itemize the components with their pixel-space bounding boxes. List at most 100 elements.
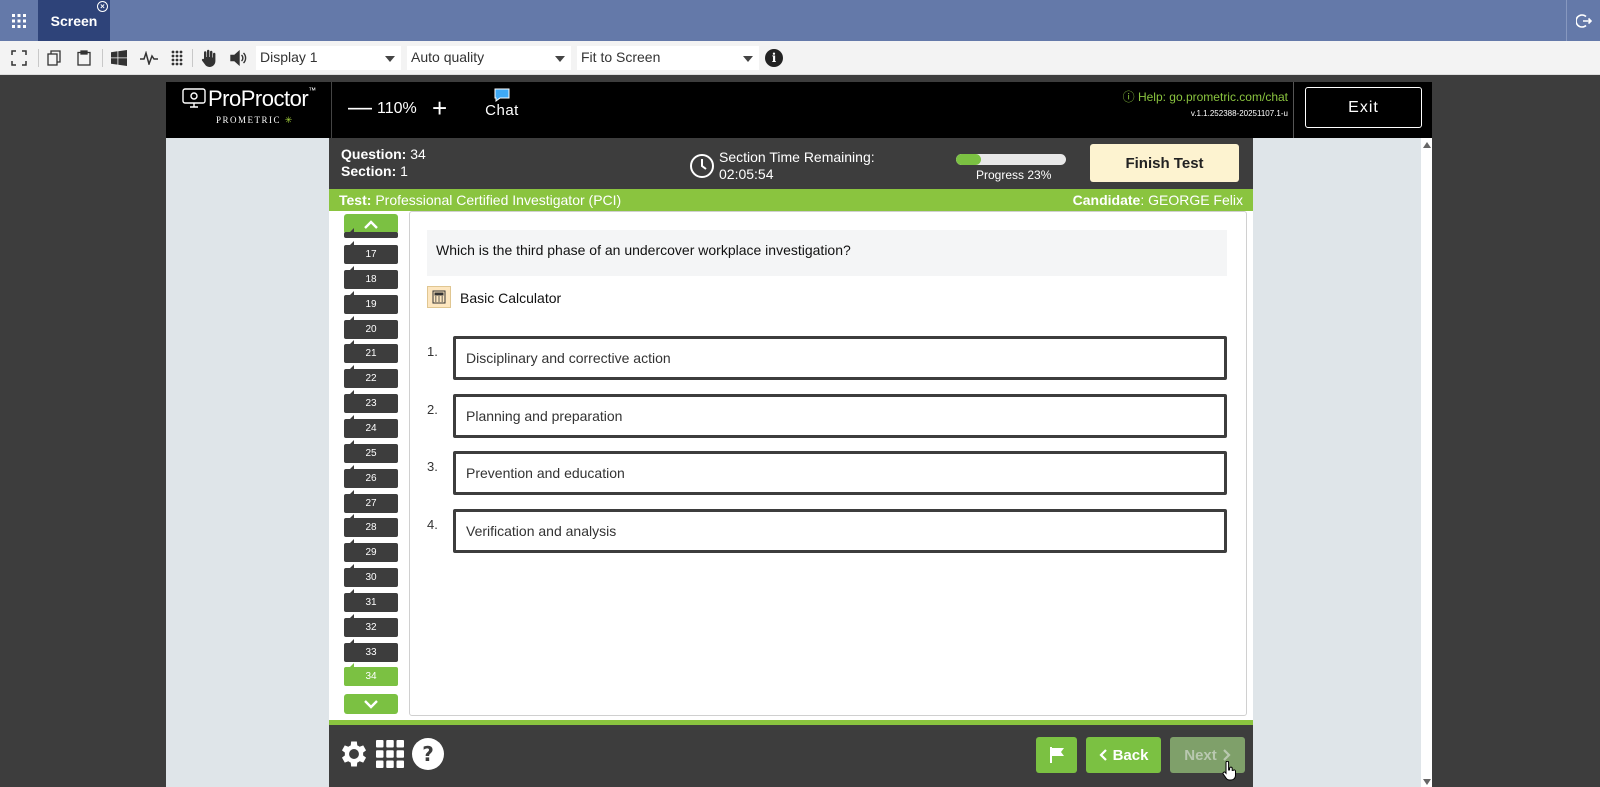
session-top-bar: Screen × — [0, 0, 1600, 41]
apps-grid-icon[interactable] — [0, 0, 38, 41]
tab-screen[interactable]: Screen × — [38, 0, 110, 41]
help-question-icon[interactable]: ? — [411, 737, 445, 771]
answer-option[interactable]: 2. Planning and preparation — [427, 393, 1227, 438]
question-tab[interactable]: 22 — [344, 365, 398, 389]
exit-button[interactable]: Exit — [1305, 87, 1422, 128]
back-button[interactable]: Back — [1086, 737, 1161, 773]
help-circle-icon: ⓘ — [1122, 90, 1135, 104]
question-tab[interactable]: 28 — [344, 514, 398, 538]
flag-button[interactable] — [1036, 737, 1077, 773]
chat-button[interactable]: Chat — [480, 88, 524, 132]
question-tab[interactable]: 27 — [344, 489, 398, 513]
scroll-down-arrow-icon[interactable] — [1423, 779, 1431, 785]
question-tab[interactable]: 18 — [344, 265, 398, 289]
question-tab[interactable]: 29 — [344, 539, 398, 563]
navigator-grid-icon[interactable] — [375, 737, 405, 771]
volume-icon[interactable] — [229, 48, 249, 68]
clipboard-icon[interactable] — [74, 48, 94, 68]
spark-icon: ✳ — [284, 115, 294, 125]
calculator-label[interactable]: Basic Calculator — [460, 290, 561, 306]
progress-label: Progress 23% — [976, 168, 1052, 182]
calculator-icon[interactable] — [427, 286, 451, 308]
nav-scroll-down-button[interactable] — [344, 694, 398, 714]
answer-option-text[interactable]: Prevention and education — [453, 451, 1227, 495]
chevron-down-icon — [385, 56, 395, 62]
chevron-down-icon — [364, 699, 378, 709]
question-tab-partial — [344, 228, 398, 238]
question-tab[interactable]: 34 — [344, 663, 398, 687]
fullscreen-icon[interactable] — [9, 48, 29, 68]
flag-icon — [1049, 747, 1064, 763]
question-tab[interactable]: 30 — [344, 564, 398, 588]
answer-option-number: 2. — [427, 401, 438, 417]
question-tab[interactable]: 23 — [344, 390, 398, 414]
display-select[interactable]: Display 1 — [256, 46, 401, 70]
question-tab[interactable]: 20 — [344, 315, 398, 339]
logout-icon[interactable] — [1566, 0, 1600, 41]
chat-icon — [494, 88, 510, 102]
section-number: 1 — [400, 163, 408, 179]
question-tab[interactable]: 32 — [344, 613, 398, 637]
hand-cursor-icon — [1222, 761, 1236, 781]
exam-info-bar: Question: 34 Section: 1 Section Time Rem… — [329, 138, 1253, 189]
settings-gear-icon[interactable] — [337, 737, 371, 771]
section-indicator: Section: 1 — [341, 163, 408, 179]
scroll-up-arrow-icon[interactable] — [1423, 142, 1431, 148]
page-scrollbar[interactable] — [1421, 138, 1432, 787]
answer-option-number: 3. — [427, 459, 438, 474]
zoom-control: — 110% + — [331, 82, 499, 138]
progress-bar — [956, 154, 1066, 165]
answer-option[interactable]: 3. Prevention and education — [427, 451, 1227, 495]
help-text: Help: go.prometric.com/chat — [1137, 90, 1288, 104]
answer-option[interactable]: 1. Disciplinary and corrective action — [427, 336, 1227, 380]
copy-icon[interactable] — [44, 48, 64, 68]
question-tab[interactable]: 31 — [344, 588, 398, 612]
quality-select[interactable]: Auto quality — [407, 46, 571, 70]
question-tab[interactable]: 26 — [344, 464, 398, 488]
test-info-bar: Test: Professional Certified Investigato… — [329, 189, 1253, 211]
clock-icon — [690, 154, 714, 178]
zoom-level: 110% — [377, 100, 417, 117]
section-label: Section: — [341, 163, 397, 179]
quality-select-value: Auto quality — [411, 49, 485, 65]
proproctor-logo: ProProctor™ PROMETRIC ✳ — [166, 82, 331, 138]
question-stem: Which is the third phase of an undercove… — [427, 230, 1227, 276]
monitor-icon — [182, 88, 206, 108]
question-tab[interactable]: 33 — [344, 638, 398, 662]
answer-option-text[interactable]: Verification and analysis — [453, 508, 1227, 553]
answer-option-text[interactable]: Planning and preparation — [453, 393, 1227, 438]
tab-screen-label: Screen — [50, 12, 98, 29]
question-indicator: Question: 34 — [341, 146, 426, 162]
chevron-left-icon — [1099, 749, 1107, 761]
test-name-value: Professional Certified Investigator (PCI… — [375, 192, 622, 208]
close-icon[interactable]: × — [97, 1, 108, 12]
finish-test-button[interactable]: Finish Test — [1090, 144, 1239, 182]
zoom-out-button[interactable]: — — [348, 94, 372, 122]
display-select-value: Display 1 — [260, 49, 318, 65]
answer-option[interactable]: 4. Verification and analysis — [427, 508, 1227, 553]
keypad-icon[interactable] — [167, 48, 187, 68]
windows-icon[interactable] — [109, 48, 129, 68]
answer-option-number: 4. — [427, 516, 438, 532]
toolbar-divider — [38, 49, 39, 67]
svg-text:?: ? — [422, 742, 434, 766]
next-button-label: Next — [1184, 746, 1217, 764]
chevron-right-icon — [1222, 749, 1231, 761]
zoom-in-button[interactable]: + — [432, 94, 447, 122]
proproctor-app: ProProctor™ PROMETRIC ✳ — 110% + Chat ⓘ … — [166, 82, 1432, 787]
version-label: v.1.1.252388-20251107.1-u — [1190, 109, 1288, 118]
question-tab[interactable]: 25 — [344, 439, 398, 463]
question-tab[interactable]: 19 — [344, 290, 398, 314]
activity-icon[interactable] — [139, 48, 159, 68]
fit-select[interactable]: Fit to Screen — [577, 46, 759, 70]
answer-option-text[interactable]: Disciplinary and corrective action — [453, 336, 1227, 380]
question-tab[interactable]: 24 — [344, 414, 398, 438]
question-tab[interactable]: 21 — [344, 340, 398, 364]
question-area: 17 18 19 20 21 22 23 24 25 26 27 28 29 30 31 32 33 34 Whi… — [329, 211, 1253, 720]
question-tab[interactable]: 17 — [344, 241, 398, 264]
hand-icon[interactable] — [199, 48, 219, 68]
time-remaining: Section Time Remaining: 02:05:54 — [719, 149, 875, 183]
help-link[interactable]: ⓘ Help: go.prometric.com/chat — [1123, 88, 1288, 105]
info-icon[interactable]: i — [765, 49, 783, 67]
time-remaining-value: 02:05:54 — [719, 166, 774, 182]
